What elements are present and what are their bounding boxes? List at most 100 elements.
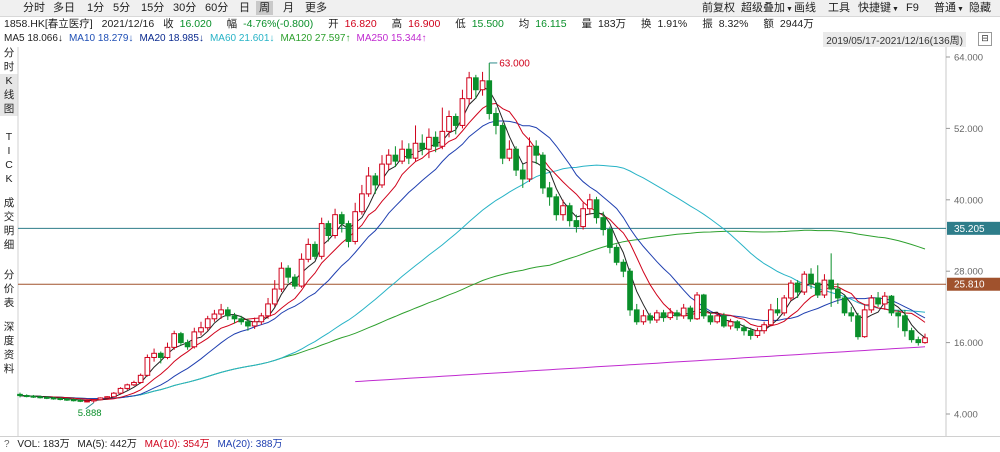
candle-body <box>399 148 405 162</box>
candle-body <box>647 315 653 321</box>
candle-body <box>372 175 379 186</box>
candle-body <box>580 208 586 228</box>
y-tick-label: 64.000 <box>954 53 983 64</box>
candle-body <box>204 318 211 329</box>
candle-body <box>741 327 747 332</box>
candle-body <box>922 337 928 344</box>
candle-body <box>506 148 513 159</box>
candle-body <box>352 211 359 242</box>
candle-body <box>338 214 345 225</box>
candle-body <box>432 136 439 147</box>
price-label-0: 35.205 <box>954 224 985 235</box>
candle-body <box>835 288 841 299</box>
candle-body <box>855 315 861 338</box>
candle-body <box>573 220 580 228</box>
candle-body <box>593 199 600 219</box>
candle-body <box>64 398 70 401</box>
candle-body <box>747 330 754 336</box>
candle-body <box>814 282 821 296</box>
candle-body <box>868 297 875 311</box>
candle-body <box>734 321 741 329</box>
y-tick-label: 4.000 <box>954 410 978 421</box>
candle-body <box>90 399 97 402</box>
candle-body <box>325 223 332 237</box>
candle-body <box>184 342 191 348</box>
candle-body <box>104 396 110 399</box>
candle-body <box>137 374 144 383</box>
candle-body <box>526 145 533 180</box>
candle-body <box>419 142 426 150</box>
candle-body <box>540 154 546 189</box>
candle-body <box>466 77 472 100</box>
candle-body <box>607 229 613 248</box>
candle-body <box>365 175 372 195</box>
candle-body <box>178 333 184 344</box>
candle-body <box>50 397 57 400</box>
candle-body <box>660 312 667 319</box>
candle-body <box>808 273 814 284</box>
candle-body <box>473 77 479 91</box>
candle-body <box>513 148 519 171</box>
vol-value: VOL: 183万 <box>17 439 70 450</box>
candle-body <box>674 312 680 317</box>
candle-body <box>881 295 888 305</box>
y-tick-label: 28.000 <box>954 267 983 278</box>
candle-body <box>721 315 727 327</box>
candle-body <box>714 315 721 323</box>
candle-body <box>57 398 64 401</box>
candle-body <box>278 267 285 290</box>
kline-chart[interactable]: 64.000 52.000 40.000 28.000 16.000 4.000 35.20… <box>0 0 1000 437</box>
ma250-line <box>355 346 926 383</box>
candle-body <box>727 321 734 327</box>
candle-body <box>318 223 325 257</box>
candle-body <box>171 333 178 348</box>
candle-body <box>332 214 338 237</box>
candle-body <box>198 327 204 333</box>
candle-body <box>667 312 674 319</box>
ma60-line <box>19 164 926 400</box>
candle-body <box>888 295 895 314</box>
candle-body <box>151 352 157 358</box>
candle-body <box>479 80 486 91</box>
vol-ma5: MA(5): 442万 <box>77 439 137 450</box>
candle-body <box>781 297 788 314</box>
price-label-1: 25.810 <box>954 280 985 291</box>
candle-body <box>405 148 412 159</box>
candle-body <box>586 199 593 210</box>
y-tick-label: 52.000 <box>954 124 983 135</box>
candle-body <box>553 196 560 216</box>
candle-body <box>37 396 43 399</box>
y-tick-label: 16.000 <box>954 338 983 349</box>
candle-body <box>84 400 90 403</box>
candle-body <box>359 193 365 213</box>
candle-body <box>131 381 137 386</box>
candle-body <box>271 288 278 305</box>
candle-body <box>312 243 318 257</box>
candle-body <box>265 303 271 317</box>
candle-body <box>613 246 620 263</box>
candle-body <box>245 321 251 327</box>
candle-body <box>654 312 660 321</box>
candle-body <box>788 282 794 299</box>
candle-body <box>452 116 459 126</box>
candle-body <box>426 136 432 150</box>
vol-ma20: MA(20): 388万 <box>217 439 283 450</box>
candle-body <box>493 113 499 126</box>
candle-body <box>875 297 881 305</box>
candle-body <box>305 243 312 260</box>
help-icon[interactable]: ? <box>4 439 10 450</box>
candle-body <box>895 312 902 317</box>
candle-body <box>251 321 258 327</box>
candle-body <box>633 309 640 323</box>
candle-body <box>828 279 834 290</box>
candle-body <box>30 395 37 398</box>
candle-body <box>519 169 526 180</box>
candle-body <box>231 315 238 320</box>
candle-body <box>861 309 868 338</box>
candle-body <box>459 98 466 126</box>
candle-body <box>627 270 633 311</box>
candle-body <box>902 315 908 332</box>
candle-body <box>841 297 848 314</box>
candle-body <box>292 276 298 287</box>
candle-body <box>486 80 493 115</box>
